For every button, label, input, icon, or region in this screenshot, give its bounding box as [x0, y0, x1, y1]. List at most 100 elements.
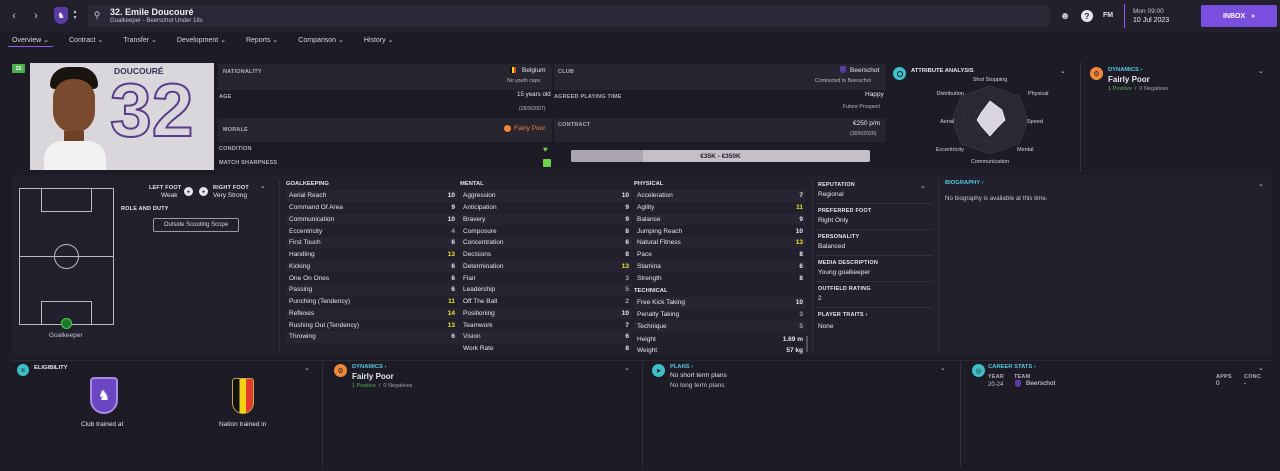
date-divider [1124, 4, 1125, 28]
attribute-row[interactable]: Acceleration 7 [634, 190, 806, 202]
left-foot-label: LEFT FOOT [149, 185, 182, 191]
attribute-row[interactable]: Jumping Reach 10 [634, 225, 806, 237]
chevron-down-icon[interactable]: ⌄ [1060, 67, 1066, 75]
forward-icon[interactable]: › [30, 10, 42, 22]
attribute-row[interactable]: Passing 6 [286, 284, 458, 296]
attribute-row[interactable]: Throwing 6 [286, 331, 458, 343]
club-crest-icon[interactable]: ♞ [54, 7, 68, 24]
value-range-text: €35K - €350K [700, 152, 741, 160]
chevron-down-icon[interactable]: ⌄ [304, 364, 310, 372]
attribute-row[interactable]: Aggression 10 [460, 190, 632, 202]
attribute-row[interactable]: Aerial Reach 10 [286, 190, 458, 202]
chevron-down-icon[interactable]: ⌄ [260, 182, 266, 190]
traits-label[interactable]: PLAYER TRAITS › [818, 312, 868, 318]
attribute-row[interactable]: Eccentricity 4 [286, 225, 458, 237]
attribute-row[interactable]: Punching (Tendency) 11 [286, 296, 458, 308]
tab-development[interactable]: Development ⌄ [173, 34, 230, 46]
attribute-row[interactable]: Composure 8 [460, 225, 632, 237]
attribute-row[interactable]: Concentration 6 [460, 237, 632, 249]
tab-overview[interactable]: Overview ⌄ [8, 34, 53, 47]
chevron-down-icon[interactable]: ⌄ [1258, 67, 1264, 75]
attribute-name: Pace [637, 251, 652, 259]
scouting-scope-button[interactable]: Outside Scouting Scope [153, 218, 239, 232]
chevron-down-icon[interactable]: ⌄ [940, 364, 946, 372]
attribute-row[interactable]: Kicking 6 [286, 260, 458, 273]
positives: 1 Positive [352, 383, 376, 389]
attribute-value: 9 [451, 204, 455, 212]
chevron-down-icon[interactable]: ⌄ [920, 182, 926, 190]
career-team[interactable]: Beerschot [1026, 380, 1055, 387]
chevron-down-icon[interactable]: ⌄ [1258, 364, 1264, 372]
inbox-button[interactable]: INBOX » [1201, 5, 1277, 27]
attribute-row[interactable]: Reflexes 14 [286, 307, 458, 320]
height-row: Height 1.69 m [634, 334, 806, 346]
attribute-row[interactable]: Technique 5 [634, 320, 806, 333]
tab-transfer[interactable]: Transfer ⌄ [119, 34, 161, 46]
tab-comparison[interactable]: Comparison ⌄ [294, 34, 348, 46]
attribute-row[interactable]: Flair 3 [460, 272, 632, 284]
attribute-row[interactable]: Balance 9 [634, 213, 806, 226]
attribute-row[interactable]: Penalty Taking 3 [634, 309, 806, 321]
attribute-value: 6 [451, 333, 455, 341]
attribute-row[interactable]: Rushing Out (Tendency) 13 [286, 319, 458, 331]
attribute-row[interactable]: Strength 8 [634, 272, 806, 284]
mental-title: MENTAL [460, 181, 484, 187]
attribute-row[interactable]: Stamina 6 [634, 260, 806, 273]
attribute-row[interactable]: Bravery 9 [460, 213, 632, 226]
plans-title[interactable]: PLANS › [670, 364, 693, 370]
attribute-value: 3 [799, 311, 803, 319]
attribute-row[interactable]: Agility 11 [634, 202, 806, 214]
people-icon[interactable]: ☻ [1059, 10, 1071, 22]
attribute-row[interactable]: Handling 13 [286, 249, 458, 261]
attribute-row[interactable]: Command Of Area 9 [286, 202, 458, 214]
fm-menu[interactable]: FM [1103, 12, 1113, 19]
attribute-row[interactable]: Teamwork 7 [460, 319, 632, 331]
tab-history[interactable]: History ⌄ [360, 34, 398, 46]
right-foot-value: Very Strong [213, 192, 247, 199]
tab-label: Overview [12, 36, 42, 44]
biography-title[interactable]: BIOGRAPHY › [945, 180, 984, 186]
chevron-down-icon[interactable]: ⌄ [624, 364, 630, 372]
player-photo-card: 32 DOUCOURÉ [30, 63, 214, 170]
attribute-row[interactable]: Pace 8 [634, 249, 806, 261]
playing-time-label: AGREED PLAYING TIME [554, 94, 622, 100]
tab-reports[interactable]: Reports ⌄ [242, 34, 282, 46]
search-bar[interactable] [88, 5, 1050, 27]
help-icon[interactable]: ? [1081, 10, 1093, 22]
dynamics-title[interactable]: DYNAMICS › [1108, 67, 1142, 73]
attribute-value: 10 [621, 192, 629, 200]
dynamics-title[interactable]: DYNAMICS › [352, 364, 386, 370]
nationality-value[interactable]: Belgium [522, 67, 545, 74]
attribute-row[interactable]: Off The Ball 2 [460, 296, 632, 308]
attribute-row[interactable]: One On Ones 6 [286, 272, 458, 284]
attribute-row[interactable]: Natural Fitness 13 [634, 237, 806, 249]
morale-value[interactable]: Fairly Poor [514, 125, 545, 132]
attribute-name: Natural Fitness [637, 239, 681, 247]
scroll-arrows-icon[interactable]: ▲ ▼ [72, 8, 78, 22]
tab-contract[interactable]: Contract ⌄ [65, 34, 107, 46]
date-text[interactable]: 10 Jul 2023 [1133, 17, 1169, 24]
back-icon[interactable]: ‹ [8, 10, 20, 22]
club-badge-icon [840, 66, 846, 73]
attribute-value: 3 [625, 274, 629, 282]
career-title[interactable]: CAREER STATS › [988, 364, 1036, 370]
attribute-row[interactable]: Positioning 10 [460, 307, 632, 320]
attribute-row[interactable]: Communication 10 [286, 213, 458, 226]
club-value[interactable]: Beerschot [850, 67, 879, 74]
attribute-row[interactable]: Decisions 8 [460, 249, 632, 261]
age-label: AGE [219, 94, 232, 100]
attribute-row[interactable]: Vision 6 [460, 331, 632, 343]
attribute-value: 10 [447, 215, 455, 223]
value-range-bar[interactable]: €35K - €350K [571, 150, 870, 162]
search-icon[interactable]: ⚲ [92, 10, 102, 20]
attribute-row[interactable]: Leadership 5 [460, 284, 632, 296]
axis-communication: Communication [971, 159, 1009, 165]
attribute-row[interactable]: Work Rate 8 [460, 343, 632, 355]
attribute-row[interactable]: Anticipation 9 [460, 202, 632, 214]
personality-label: PERSONALITY [818, 234, 860, 240]
attribute-row[interactable]: Determination 13 [460, 260, 632, 273]
attribute-row[interactable]: Free Kick Taking 10 [634, 297, 806, 309]
attribute-row[interactable]: First Touch 6 [286, 237, 458, 249]
scrollbar[interactable] [806, 336, 808, 352]
chevron-down-icon[interactable]: ⌄ [1258, 180, 1264, 188]
